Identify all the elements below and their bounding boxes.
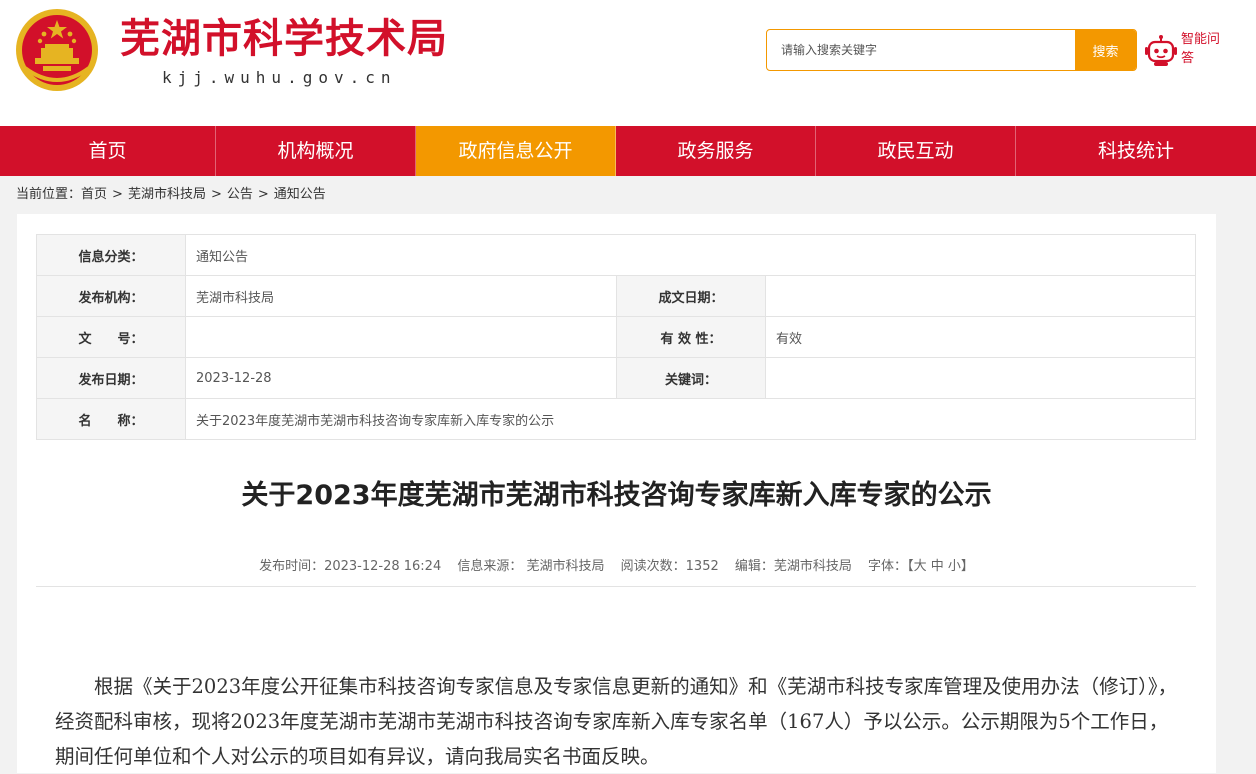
font-small-button[interactable]: 小 <box>948 559 961 574</box>
name-label: 名 称： <box>36 398 186 440</box>
breadcrumb-separator: > <box>257 187 269 202</box>
breadcrumb-separator: > <box>210 187 222 202</box>
table-row: 名 称： 关于2023年度芜湖市芜湖市科技咨询专家库新入库专家的公示 <box>36 398 1196 440</box>
validity-value: 有效 <box>765 316 1196 358</box>
nav-item-statistics[interactable]: 科技统计 <box>1016 126 1256 176</box>
category-label: 信息分类： <box>36 234 186 276</box>
info-source: 信息来源： 芜湖市科技局 <box>457 559 605 574</box>
publish-time: 发布时间：2023-12-28 16:24 <box>259 559 442 574</box>
publisher-value: 芜湖市科技局 <box>185 275 617 317</box>
article-title: 关于2023年度芜湖市芜湖市科技咨询专家库新入库专家的公示 <box>241 480 992 511</box>
search-input[interactable] <box>767 30 1076 70</box>
breadcrumb-item-notices[interactable]: 通知公告 <box>274 187 326 202</box>
nav-item-organization[interactable]: 机构概况 <box>216 126 416 176</box>
editor: 编辑：芜湖市科技局 <box>734 559 852 574</box>
doc-number-value <box>185 316 617 358</box>
nav-item-home[interactable]: 首页 <box>0 126 216 176</box>
keywords-value <box>765 357 1196 399</box>
nav-item-services[interactable]: 政务服务 <box>616 126 816 176</box>
search-box: 搜索 <box>766 29 1137 71</box>
breadcrumb-item-bureau[interactable]: 芜湖市科技局 <box>128 187 206 202</box>
smart-qa-link[interactable]: 智能问答 <box>1181 30 1221 68</box>
site-title[interactable]: 芜湖市科学技术局 <box>120 14 448 64</box>
font-large-button[interactable]: 大 <box>914 559 927 574</box>
site-domain: kjj.wuhu.gov.cn <box>162 68 397 87</box>
doc-number-label: 文 号： <box>36 316 186 358</box>
font-size-control: 字体：【大 中 小】 <box>868 559 974 574</box>
table-row: 发布机构： 芜湖市科技局 成文日期： <box>36 275 1196 317</box>
breadcrumb-item-home[interactable]: 首页 <box>81 187 107 202</box>
national-emblem-icon <box>16 9 98 91</box>
font-bracket-close: 】 <box>960 559 974 574</box>
nav-item-interaction[interactable]: 政民互动 <box>816 126 1016 176</box>
name-value: 关于2023年度芜湖市芜湖市科技咨询专家库新入库专家的公示 <box>185 398 1196 440</box>
created-date-value <box>765 275 1196 317</box>
publish-date-label: 发布日期： <box>36 357 186 399</box>
breadcrumb: 当前位置：首页 > 芜湖市科技局 > 公告 > 通知公告 <box>16 186 326 204</box>
breadcrumb-prefix: 当前位置： <box>16 187 82 202</box>
breadcrumb-separator: > <box>112 187 123 202</box>
breadcrumb-item-announcement[interactable]: 公告 <box>227 187 253 202</box>
keywords-label: 关键词： <box>616 357 766 399</box>
category-value: 通知公告 <box>185 234 1196 276</box>
article-meta: 发布时间：2023-12-28 16:24 信息来源： 芜湖市科技局 阅读次数：… <box>17 558 1216 576</box>
validity-label: 有 效 性： <box>616 316 766 358</box>
font-size-label: 字体： <box>868 559 908 574</box>
font-medium-button[interactable]: 中 <box>931 559 944 574</box>
robot-icon[interactable] <box>1144 34 1178 68</box>
content-panel: 信息分类： 通知公告 发布机构： 芜湖市科技局 成文日期： 文 号： 有 效 性… <box>17 214 1216 773</box>
table-row: 发布日期： 2023-12-28 关键词： <box>36 357 1196 399</box>
publisher-label: 发布机构： <box>36 275 186 317</box>
table-row: 文 号： 有 效 性： 有效 <box>36 316 1196 358</box>
info-table: 信息分类： 通知公告 发布机构： 芜湖市科技局 成文日期： 文 号： 有 效 性… <box>36 234 1196 440</box>
search-button[interactable]: 搜索 <box>1075 30 1136 70</box>
table-row: 信息分类： 通知公告 <box>36 234 1196 276</box>
nav-item-gov-info[interactable]: 政府信息公开 <box>416 126 616 176</box>
article-body: 根据《关于2023年度公开征集市科技咨询专家信息及专家信息更新的通知》和《芜湖市… <box>55 675 1178 768</box>
created-date-label: 成文日期： <box>616 275 766 317</box>
view-count: 阅读次数：1352 <box>620 559 719 574</box>
divider <box>36 586 1196 587</box>
main-nav: 首页 机构概况 政府信息公开 政务服务 政民互动 科技统计 <box>0 126 1256 176</box>
site-header: 芜湖市科学技术局 kjj.wuhu.gov.cn 搜索 智能问答 <box>0 0 1256 126</box>
publish-date-value: 2023-12-28 <box>185 357 617 399</box>
